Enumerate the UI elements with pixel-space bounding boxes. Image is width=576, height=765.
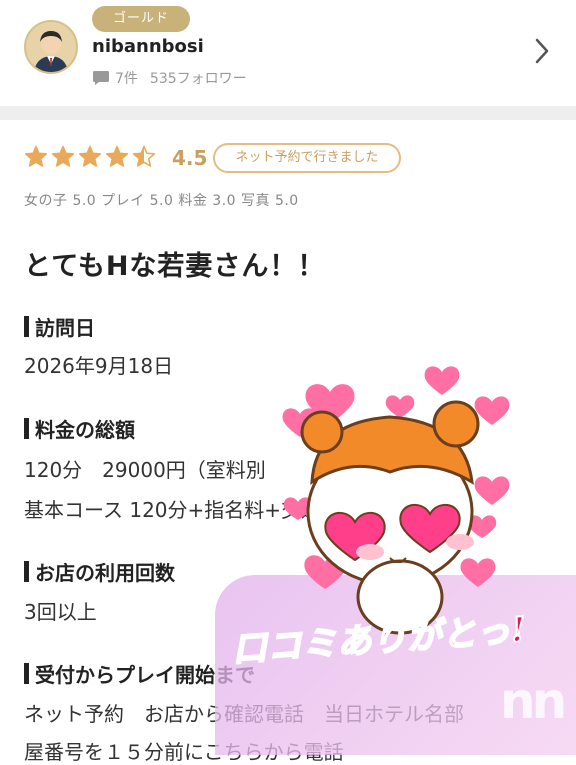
follower-count: 535フォロワー <box>149 71 247 87</box>
review-count: 7件 <box>115 71 138 87</box>
star-full-icon <box>105 145 129 167</box>
reviewer-stats: 7件 535フォロワー <box>93 68 247 88</box>
watermark: nn <box>500 672 567 730</box>
chevron-right-icon[interactable] <box>530 34 554 68</box>
comment-icon <box>93 71 109 85</box>
visit-count-value: 3回以上 <box>24 600 97 624</box>
username[interactable]: nibannbosi <box>92 36 204 57</box>
visit-date-value: 2026年9月18日 <box>24 354 174 378</box>
reservation-badge: ネット予約で行きました <box>213 143 401 173</box>
rank-badge: ゴールド <box>92 6 190 32</box>
avatar[interactable] <box>24 20 78 74</box>
star-full-icon <box>78 145 102 167</box>
section-divider <box>0 106 576 120</box>
section-heading-visit-date: 訪問日 <box>24 312 95 341</box>
reviewer-header[interactable]: ゴールド nibannbosi 7件 535フォロワー <box>0 0 576 106</box>
rating-score: 4.5 <box>172 146 208 170</box>
star-rating <box>24 145 156 169</box>
section-heading-total-price: 料金の総額 <box>24 414 135 443</box>
sub-scores: 女の子 5.0 プレイ 5.0 料金 3.0 写真 5.0 <box>24 193 299 209</box>
star-full-icon <box>24 145 48 167</box>
section-heading-visit-count: お店の利用回数 <box>24 557 175 586</box>
review-title: とてもHな若妻さん！！ <box>24 251 326 282</box>
star-full-icon <box>51 145 75 167</box>
star-half-icon <box>132 145 156 167</box>
